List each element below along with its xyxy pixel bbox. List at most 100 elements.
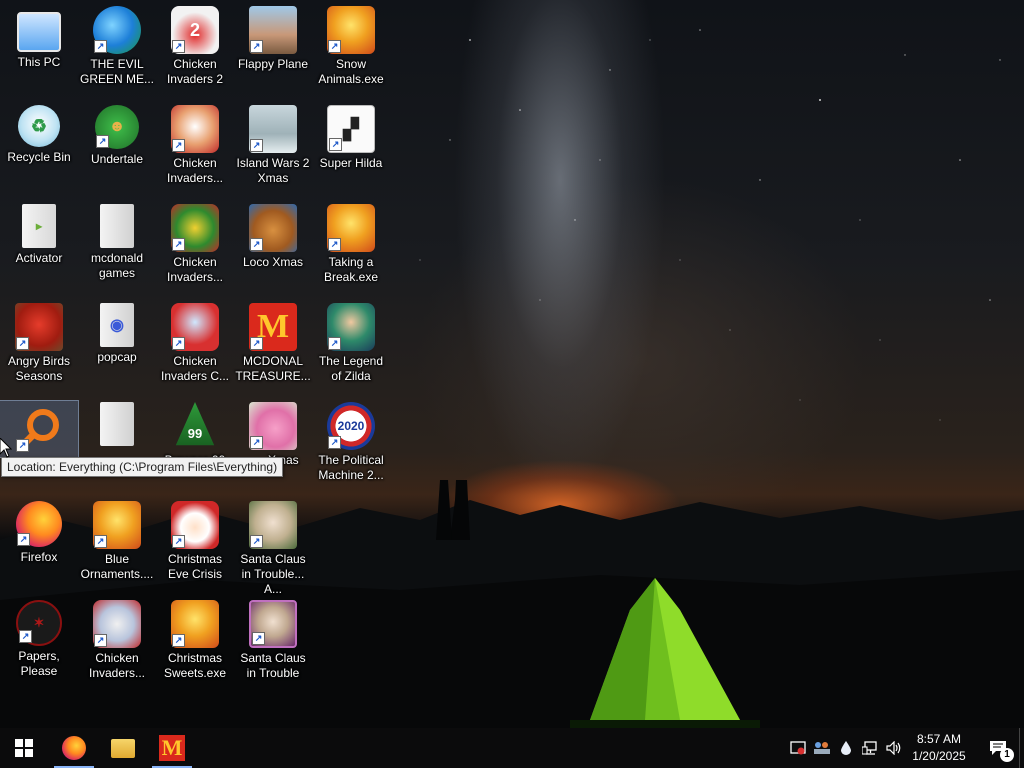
shortcut-arrow-icon: ↗ bbox=[96, 135, 109, 148]
santa-icon: ↗ bbox=[249, 600, 297, 648]
desktop-icon-flappy-plane[interactable]: ↗ Flappy Plane bbox=[234, 2, 312, 98]
shortcut-arrow-icon: ↗ bbox=[328, 436, 341, 449]
desktop-icon-santa-claus-trouble-a[interactable]: ↗ Santa Claus in Trouble... A... bbox=[234, 497, 312, 596]
desktop-icon-political-machine[interactable]: 2020 ↗ The Political Machine 2... bbox=[312, 398, 390, 494]
taskbar-mcdonald-game-button[interactable]: M bbox=[148, 728, 196, 768]
desktop-icon-taking-a-break[interactable]: ↗ Taking a Break.exe bbox=[312, 200, 390, 296]
flappy-plane-icon: ↗ bbox=[249, 6, 297, 54]
folder-icon bbox=[111, 738, 135, 758]
icon-label: popcap bbox=[97, 350, 137, 364]
tray-network-icon[interactable] bbox=[859, 728, 881, 768]
icon-label: Chicken Invaders... bbox=[166, 156, 224, 185]
shortcut-arrow-icon: ↗ bbox=[172, 238, 185, 251]
tray-droplet-icon[interactable] bbox=[836, 728, 856, 768]
pixel-cat-icon: ▞ ↗ bbox=[327, 105, 375, 153]
icon-label: Chicken Invaders 2 bbox=[166, 57, 224, 86]
desktop-icon-folder-blank[interactable] bbox=[78, 398, 156, 454]
icon-label: The Legend of Zilda bbox=[318, 354, 384, 383]
santa-icon: ↗ bbox=[171, 501, 219, 549]
pig-icon: ↗ bbox=[249, 402, 297, 450]
desktop-icon-super-hilda[interactable]: ▞ ↗ Super Hilda bbox=[312, 101, 390, 197]
christmas-tree-icon: 99 bbox=[175, 402, 215, 446]
shortcut-arrow-icon: ↗ bbox=[328, 337, 341, 350]
show-desktop-button[interactable] bbox=[1019, 728, 1024, 768]
folder-icon bbox=[100, 204, 134, 248]
icon-label: Santa Claus in Trouble... A... bbox=[240, 552, 306, 596]
shortcut-arrow-icon: ↗ bbox=[250, 40, 263, 53]
shortcut-arrow-icon: ↗ bbox=[250, 238, 263, 251]
tray-network-people-icon[interactable] bbox=[811, 728, 833, 768]
firefox-icon: ↗ bbox=[16, 501, 62, 547]
chicken-invaders-icon: ↗ bbox=[93, 600, 141, 648]
search-magnifier-icon: ↗ bbox=[15, 405, 63, 453]
mcdonalds-logo-icon: M bbox=[159, 735, 185, 761]
firefox-icon bbox=[62, 736, 86, 760]
desktop-icon-xmas-pig[interactable]: ↗ Xmas bbox=[234, 398, 312, 494]
election-badge-icon: 2020 ↗ bbox=[327, 402, 375, 450]
desktop-icon-undertale[interactable]: ☻ ↗ Undertale bbox=[78, 101, 156, 197]
shortcut-arrow-icon: ↗ bbox=[17, 533, 30, 546]
icon-label: Santa Claus in Trouble bbox=[240, 651, 306, 680]
desktop-icon-chicken-invaders-b[interactable]: ↗ Chicken Invaders... bbox=[156, 101, 234, 197]
start-button[interactable] bbox=[0, 728, 48, 768]
desktop-icon-papers-please[interactable]: ✶ ↗ Papers, Please bbox=[0, 596, 78, 692]
desktop-icon-christmas-sweets[interactable]: ↗ Christmas Sweets.exe bbox=[156, 596, 234, 692]
desktop-icon-activator[interactable]: ▸ Activator bbox=[0, 200, 78, 296]
desktop-icon-santa-claus-trouble[interactable]: ↗ Santa Claus in Trouble bbox=[234, 596, 312, 692]
desktop-icon-christmas-eve-crisis[interactable]: ↗ Christmas Eve Crisis bbox=[156, 497, 234, 593]
icon-label: Christmas Sweets.exe bbox=[163, 651, 227, 680]
icon-label: Island Wars 2 Xmas bbox=[236, 156, 310, 185]
desktop-icon-mcdonal-treasure[interactable]: M ↗ MCDONAL TREASURE... bbox=[234, 299, 312, 395]
chicken-invaders-icon: ↗ bbox=[171, 105, 219, 153]
desktop-icon-blue-ornaments[interactable]: ↗ Blue Ornaments.... bbox=[78, 497, 156, 593]
desktop-icon-evil-green-me[interactable]: ↗ THE EVIL GREEN ME... bbox=[78, 2, 156, 98]
computer-icon bbox=[17, 12, 61, 52]
shortcut-arrow-icon: ↗ bbox=[252, 632, 265, 645]
chicken-invaders-icon: 2 ↗ bbox=[171, 6, 219, 54]
desktop-icon-chicken-invaders-2[interactable]: 2 ↗ Chicken Invaders 2 bbox=[156, 2, 234, 98]
desktop-icon-chicken-invaders-col2[interactable]: ↗ Chicken Invaders... bbox=[78, 596, 156, 692]
shortcut-arrow-icon: ↗ bbox=[94, 535, 107, 548]
desktop-icon-angry-birds-seasons[interactable]: ↗ Angry Birds Seasons bbox=[0, 299, 78, 395]
icon-label: Flappy Plane bbox=[237, 57, 309, 71]
desktop-icon-this-pc[interactable]: This PC bbox=[0, 2, 78, 98]
desktop-icon-chicken-invaders-c[interactable]: ↗ Chicken Invaders... bbox=[156, 200, 234, 296]
taskbar-firefox-button[interactable] bbox=[50, 728, 98, 768]
shortcut-arrow-icon: ↗ bbox=[94, 634, 107, 647]
clock-time: 8:57 AM bbox=[916, 732, 962, 746]
desktop-icon-legend-of-zilda[interactable]: ↗ The Legend of Zilda bbox=[312, 299, 390, 395]
icon-label: Recycle Bin bbox=[7, 150, 71, 164]
desktop-icon-chicken-invaders-cx[interactable]: ↗ Chicken Invaders C... bbox=[156, 299, 234, 395]
shortcut-arrow-icon: ↗ bbox=[172, 337, 185, 350]
game-package-icon: ↗ bbox=[327, 6, 375, 54]
icon-label: Chicken Invaders C... bbox=[160, 354, 230, 383]
icon-label: Taking a Break.exe bbox=[323, 255, 379, 284]
folder-icon: ◉ bbox=[100, 303, 134, 347]
desktop-icon-loco-xmas[interactable]: ↗ Loco Xmas bbox=[234, 200, 312, 296]
shortcut-arrow-icon: ↗ bbox=[250, 436, 263, 449]
folder-icon: ▸ bbox=[22, 204, 56, 248]
taskbar-file-explorer-button[interactable] bbox=[99, 728, 147, 768]
notification-count-badge: 1 bbox=[1000, 748, 1014, 762]
shortcut-arrow-icon: ↗ bbox=[250, 139, 263, 152]
icon-label: Blue Ornaments.... bbox=[80, 552, 154, 581]
mcdonalds-logo-icon: M ↗ bbox=[249, 303, 297, 351]
action-center-button[interactable]: 1 bbox=[978, 728, 1018, 768]
desktop-icon-mcdonald-games[interactable]: mcdonald games bbox=[78, 200, 156, 296]
desktop-icon-browser-99[interactable]: 99 Browser 99 bbox=[156, 398, 234, 494]
recycle-bin-icon: ♻ bbox=[18, 105, 60, 147]
icon-label: Chicken Invaders... bbox=[88, 651, 146, 680]
tray-defender-icon[interactable] bbox=[787, 728, 809, 768]
icon-label: mcdonald games bbox=[90, 251, 144, 280]
icon-label: Undertale bbox=[90, 152, 144, 166]
icon-label: Papers, Please bbox=[18, 649, 60, 678]
shortcut-arrow-icon: ↗ bbox=[16, 439, 29, 452]
taskbar-clock[interactable]: 8:57 AM 1/20/2025 bbox=[898, 731, 980, 765]
desktop-icon-popcap[interactable]: ◉ popcap bbox=[78, 299, 156, 395]
desktop-icon-snow-animals[interactable]: ↗ Snow Animals.exe bbox=[312, 2, 390, 98]
desktop-icon-firefox[interactable]: ↗ Firefox bbox=[0, 497, 78, 593]
desktop-icon-island-wars-2-xmas[interactable]: ↗ Island Wars 2 Xmas bbox=[234, 101, 312, 197]
icon-label: Loco Xmas bbox=[242, 255, 304, 269]
desktop-icon-recycle-bin[interactable]: ♻ Recycle Bin bbox=[0, 101, 78, 197]
shortcut-arrow-icon: ↗ bbox=[329, 138, 342, 151]
